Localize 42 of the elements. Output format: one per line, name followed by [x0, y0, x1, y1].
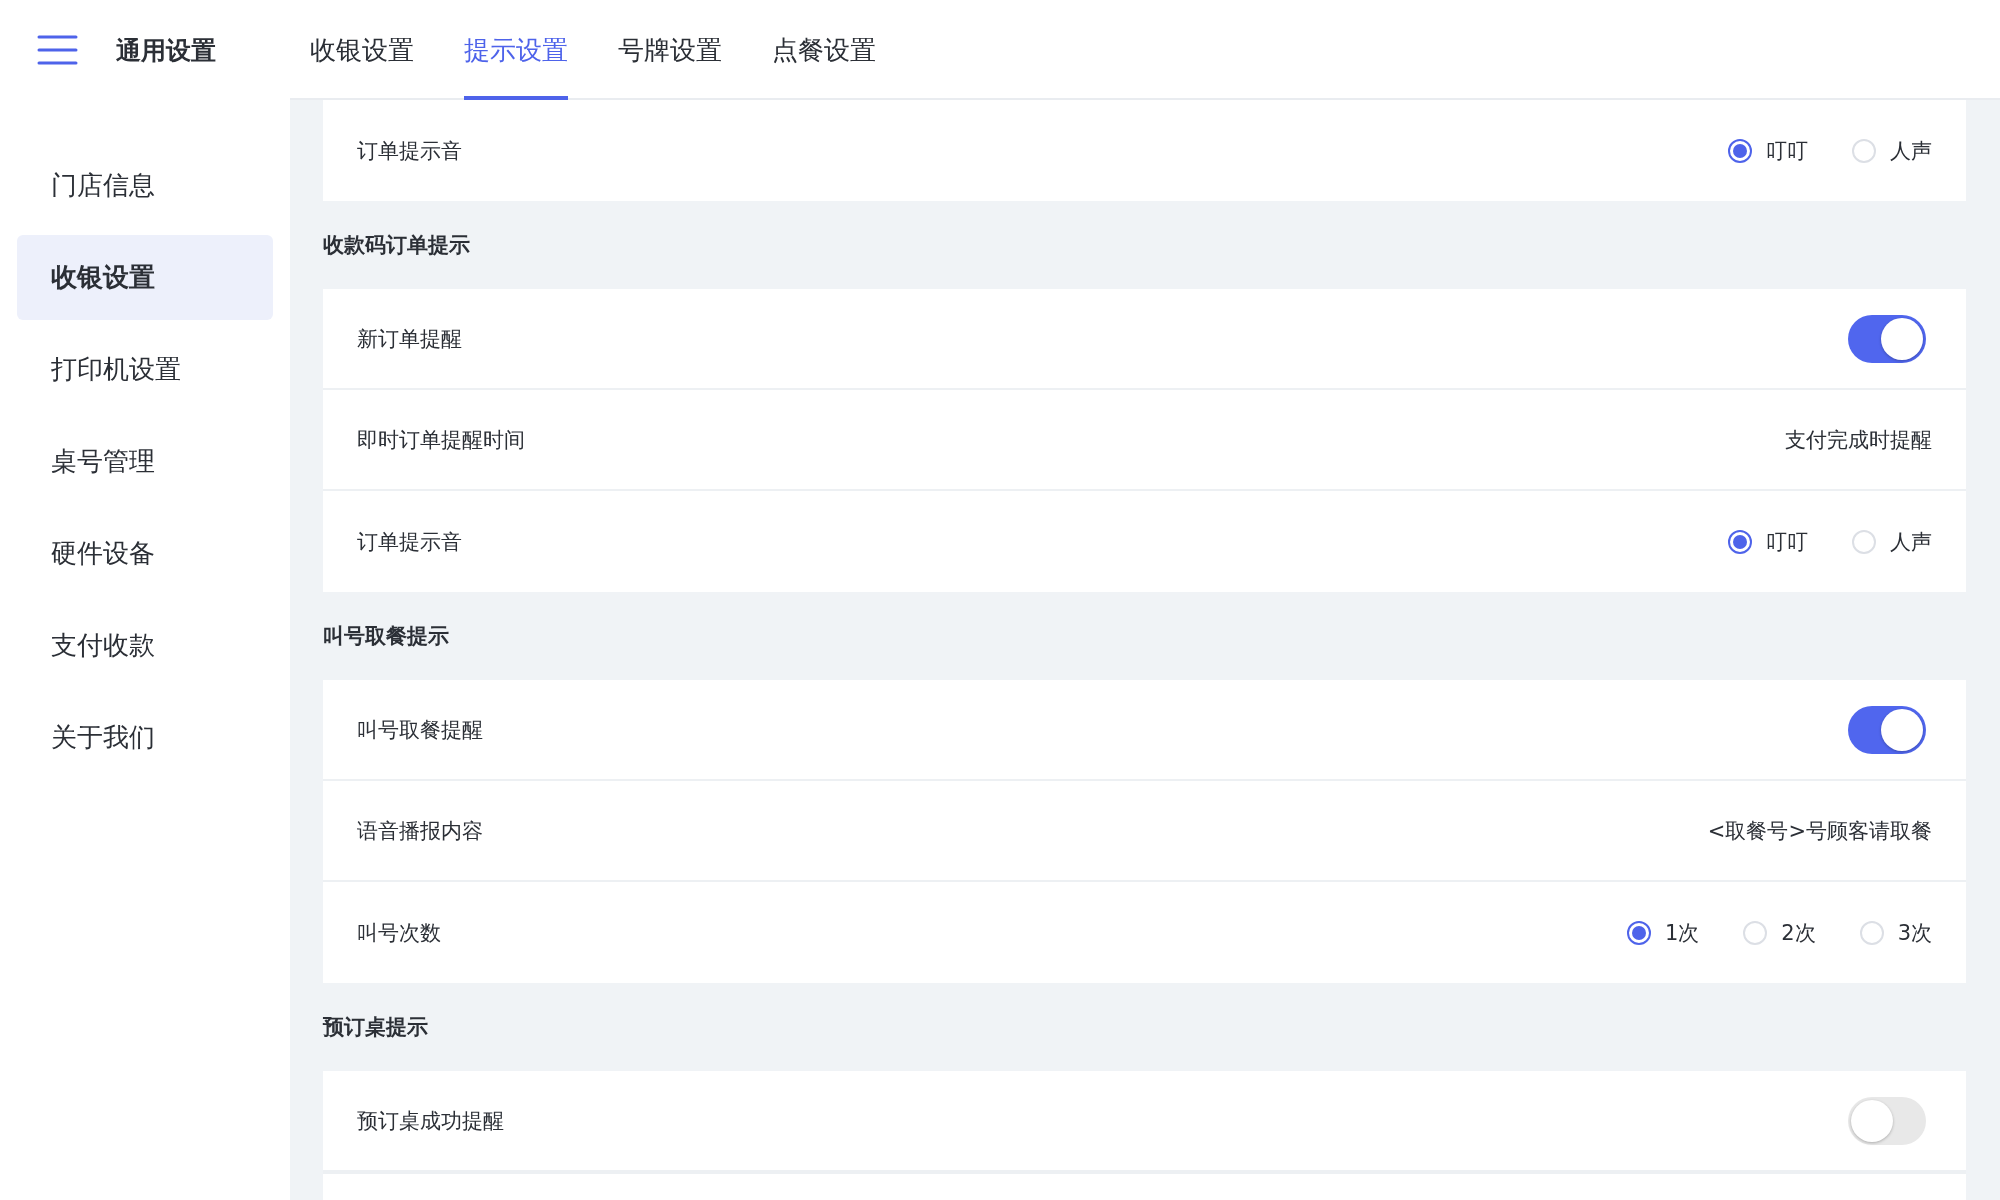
- option-label: 2次: [1781, 919, 1816, 947]
- setting-value[interactable]: 支付完成时提醒: [1785, 425, 1932, 454]
- option-label: 3次: [1897, 919, 1932, 947]
- setting-label: 叫号取餐提醒: [357, 716, 483, 744]
- radio-option[interactable]: 1次: [1626, 918, 1700, 947]
- sidebar-item[interactable]: 硬件设备: [17, 511, 273, 596]
- toggle-switch[interactable]: [1848, 705, 1926, 754]
- toggle-switch[interactable]: [1848, 314, 1926, 363]
- radio-option[interactable]: 叮叮: [1728, 527, 1808, 556]
- sidebar-item[interactable]: 关于我们: [17, 695, 273, 780]
- option-label: 叮叮: [1766, 528, 1808, 556]
- sidebar-item[interactable]: 门店信息: [17, 143, 273, 228]
- toggle-switch[interactable]: [1848, 1096, 1926, 1145]
- option-label: 叮叮: [1766, 137, 1808, 165]
- radio-option[interactable]: 叮叮: [1728, 136, 1808, 165]
- section-heading: 预订桌提示: [323, 1014, 428, 1041]
- sidebar-item[interactable]: 打印机设置: [17, 327, 273, 412]
- setting-label: 订单提示音: [357, 137, 462, 165]
- option-label: 1次: [1664, 919, 1700, 947]
- option-label: 人声: [1890, 137, 1932, 165]
- tab[interactable]: 收银设置: [310, 0, 414, 100]
- setting-value[interactable]: <取餐号>号顾客请取餐: [1707, 816, 1932, 845]
- sidebar-item[interactable]: 桌号管理: [17, 419, 273, 504]
- radio-option[interactable]: 2次: [1743, 918, 1816, 947]
- section-heading: 叫号取餐提示: [323, 623, 449, 650]
- setting-label: 叫号次数: [357, 919, 441, 947]
- radio-option[interactable]: 人声: [1852, 136, 1932, 165]
- setting-label: 新订单提醒: [357, 325, 462, 353]
- tab[interactable]: 号牌设置: [618, 0, 722, 100]
- radio-option[interactable]: 3次: [1859, 918, 1932, 947]
- option-label: 人声: [1890, 528, 1932, 556]
- section-heading: 收款码订单提示: [323, 232, 470, 259]
- menu-icon[interactable]: [37, 34, 78, 66]
- setting-label: 即时订单提醒时间: [357, 426, 525, 454]
- tab[interactable]: 点餐设置: [772, 0, 876, 100]
- setting-label: 预订桌成功提醒: [357, 1107, 504, 1135]
- setting-label: 语音播报内容: [357, 817, 483, 845]
- page-title: 通用设置: [116, 34, 216, 67]
- sidebar-item[interactable]: 收银设置: [17, 235, 273, 320]
- radio-option[interactable]: 人声: [1852, 527, 1932, 556]
- sidebar-item[interactable]: 支付收款: [17, 603, 273, 688]
- setting-label: 订单提示音: [357, 528, 462, 556]
